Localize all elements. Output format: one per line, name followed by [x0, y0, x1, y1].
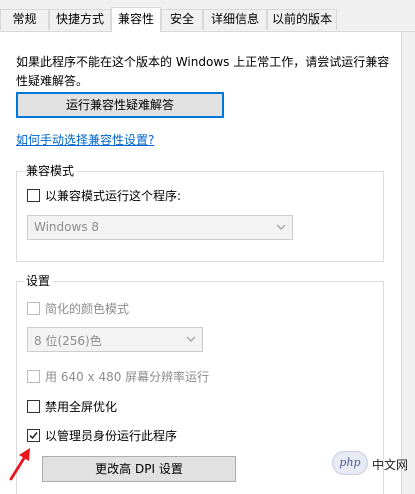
chevron-down-icon: [186, 333, 196, 347]
reduced-color-label: 简化的颜色模式: [45, 302, 130, 316]
color-depth-value: 8 位(256)色: [34, 334, 102, 348]
color-depth-dropdown[interactable]: 8 位(256)色: [27, 327, 203, 352]
php-logo: php: [332, 451, 368, 475]
compat-mode-checkbox[interactable]: [27, 189, 40, 202]
tab-bar: 常规 快捷方式 兼容性 安全 详细信息 以前的版本: [0, 0, 415, 32]
tab-security[interactable]: 安全: [161, 9, 203, 30]
compat-mode-label: 以兼容模式运行这个程序:: [45, 189, 182, 203]
properties-dialog: 常规 快捷方式 兼容性 安全 详细信息 以前的版本 如果此程序不能在这个版本的 …: [0, 0, 415, 494]
compat-os-value: Windows 8: [34, 220, 100, 234]
run-troubleshooter-button[interactable]: 运行兼容性疑难解答: [16, 92, 224, 118]
annotation-arrow-icon: [9, 448, 30, 481]
disable-fullscreen-opt-checkbox[interactable]: [27, 400, 40, 413]
tab-details[interactable]: 详细信息: [203, 9, 267, 30]
compat-mode-title: 兼容模式: [23, 164, 78, 178]
tab-shortcut[interactable]: 快捷方式: [49, 9, 111, 30]
watermark-text: 中文网: [372, 458, 409, 472]
compat-description: 如果此程序不能在这个版本的 Windows 上正常工作，请尝试运行兼容性疑难解答…: [16, 55, 390, 88]
low-resolution-checkbox[interactable]: [27, 370, 40, 383]
settings-title: 设置: [23, 274, 54, 288]
chevron-down-icon: [276, 221, 286, 235]
reduced-color-checkbox[interactable]: [27, 302, 40, 315]
tab-previous-versions[interactable]: 以前的版本: [267, 9, 337, 30]
disable-fullscreen-opt-label: 禁用全屏优化: [45, 400, 118, 414]
low-resolution-label: 用 640 x 480 屏幕分辨率运行: [45, 370, 210, 384]
change-high-dpi-button[interactable]: 更改高 DPI 设置: [42, 456, 236, 482]
run-as-admin-label: 以管理员身份运行此程序: [45, 429, 178, 443]
tab-compatibility[interactable]: 兼容性: [111, 7, 161, 32]
compat-os-dropdown[interactable]: Windows 8: [27, 215, 293, 240]
tab-general[interactable]: 常规: [0, 9, 49, 30]
checkmark-icon: [29, 432, 38, 440]
compatibility-panel: 如果此程序不能在这个版本的 Windows 上正常工作，请尝试运行兼容性疑难解答…: [0, 32, 402, 494]
run-as-admin-checkbox[interactable]: [27, 429, 40, 442]
manual-compat-settings-link[interactable]: 如何手动选择兼容性设置?: [16, 131, 154, 148]
right-edge-area: [402, 32, 415, 494]
